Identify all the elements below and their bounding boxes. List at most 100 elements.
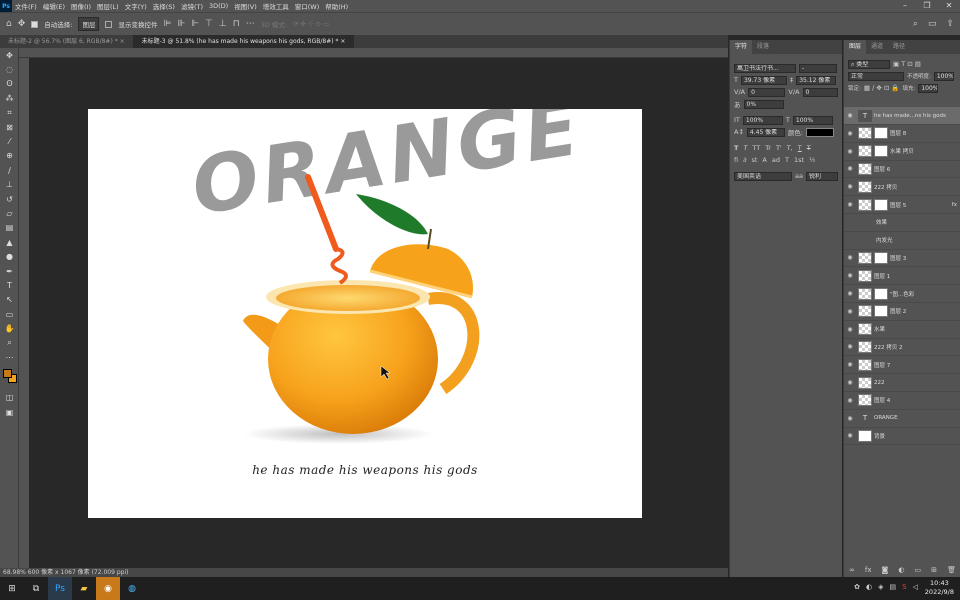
workspace-icon[interactable]: ▭ (928, 19, 937, 29)
layer-row[interactable]: ◉ 图层 5 fx (844, 196, 960, 214)
shield-icon[interactable]: ◈ (878, 583, 883, 591)
tracking-field[interactable]: 0 (802, 87, 838, 97)
layer-row[interactable]: ◉ 222 (844, 374, 960, 392)
photoshop-logo-icon[interactable]: Ps (0, 0, 12, 12)
new-layer-icon[interactable]: ⊞ (931, 566, 937, 574)
menu-image[interactable]: 图像(I) (68, 1, 94, 11)
shape-tool-icon[interactable]: ▭ (0, 307, 19, 321)
language-select[interactable]: 美国英语 (734, 171, 792, 181)
layer-row[interactable]: ◉ 图层 6 (844, 160, 960, 179)
small-caps-button[interactable]: Tr (765, 144, 771, 152)
antialias-select[interactable]: 锐利 (805, 171, 838, 181)
tab-paths[interactable]: 路径 (888, 40, 910, 54)
filter-icons[interactable]: ▣ T ⊡ ▤ (893, 60, 921, 68)
tab-untitled-2[interactable]: 未标题-2 @ 56.7% (图层 6, RGB/8#) * × (0, 35, 134, 48)
layer-row[interactable]: ◉ 图层 2 (844, 303, 960, 321)
auto-select-checkbox[interactable] (31, 20, 39, 28)
menu-3d[interactable]: 3D(D) (206, 2, 231, 10)
frame-tool-icon[interactable]: ⊠ (0, 120, 19, 134)
baseline-field[interactable]: 4.45 像素 (746, 127, 785, 137)
font-family-select[interactable]: 萬卫书法行书... (734, 63, 796, 73)
kerning-field[interactable]: 0 (748, 87, 786, 97)
strikethrough-button[interactable]: T (807, 144, 811, 152)
quick-mask-icon[interactable]: ◫ (0, 391, 19, 405)
menu-type[interactable]: 文字(Y) (122, 1, 150, 11)
vertical-scale-field[interactable]: 100% (742, 115, 783, 125)
search-icon[interactable]: ⌕ (913, 19, 918, 29)
layer-row[interactable]: ◉ T ORANGE (844, 410, 960, 428)
contextual-alt-button[interactable]: ∂ (743, 156, 746, 164)
minimize-icon[interactable]: – (894, 0, 916, 12)
align-top-icon[interactable]: ⊤ (205, 19, 213, 29)
visibility-eye-icon[interactable]: ◉ (844, 272, 856, 279)
underline-button[interactable]: T (798, 144, 802, 152)
visibility-eye-icon[interactable]: ◉ (844, 183, 856, 190)
brush-tool-icon[interactable]: ∕ (0, 163, 19, 177)
visibility-eye-icon[interactable]: ◉ (844, 361, 856, 368)
visibility-eye-icon[interactable]: ◉ (844, 415, 856, 422)
layer-mask-thumbnail[interactable] (874, 287, 888, 300)
windows-start-icon[interactable]: ⊞ (0, 577, 24, 600)
menu-help[interactable]: 帮助(H) (322, 1, 351, 11)
move-tool-icon[interactable]: ✥ (18, 19, 26, 29)
speaker-icon[interactable]: ◁ (913, 583, 918, 591)
tab-character[interactable]: 字符 (730, 40, 753, 54)
layer-mask-thumbnail[interactable] (874, 127, 888, 140)
adjustment-icon[interactable]: ◐ (898, 566, 904, 574)
file-explorer-icon[interactable]: ▰ (72, 577, 96, 600)
visibility-eye-icon[interactable]: ◉ (844, 148, 856, 155)
layer-fx-badge[interactable]: fx (952, 202, 957, 208)
group-icon[interactable]: ▭ (915, 566, 922, 574)
taskbar-clock[interactable]: 10:43 2022/9/8 (925, 579, 954, 597)
align-right-icon[interactable]: ⊩ (191, 19, 199, 29)
add-mask-icon[interactable]: ◙ (882, 566, 889, 574)
network-icon[interactable]: ▤ (890, 583, 897, 591)
document-canvas[interactable]: ORANGE he has made his weapons his gods (88, 109, 642, 518)
home-icon[interactable]: ⌂ (6, 19, 12, 29)
align-center-icon[interactable]: ⊪ (177, 19, 185, 29)
visibility-eye-icon[interactable]: ◉ (844, 290, 856, 297)
close-icon[interactable]: ✕ (938, 0, 960, 12)
layer-row[interactable]: ◉ 图层 1 (844, 267, 960, 286)
layer-row[interactable]: ◉ 水果 拷贝 (844, 143, 960, 161)
layer-row[interactable]: ◉ 背景 (844, 427, 960, 446)
type-tool-icon[interactable]: T (0, 278, 19, 292)
layer-row[interactable]: 效果 (844, 214, 960, 232)
faux-italic-button[interactable]: T (743, 144, 747, 152)
marquee-tool-icon[interactable]: ◌ (0, 62, 19, 76)
maximize-icon[interactable]: ❐ (916, 0, 938, 12)
layer-row[interactable]: ◉ 222 拷贝 (844, 178, 960, 197)
fill-field[interactable]: 100% (918, 83, 939, 93)
foreground-color-swatch[interactable] (3, 368, 12, 378)
layer-row[interactable]: ◉ 图层 7 (844, 356, 960, 375)
layer-mask-thumbnail[interactable] (874, 305, 888, 318)
visibility-eye-icon[interactable]: ◉ (844, 343, 856, 350)
layer-mask-thumbnail[interactable] (874, 145, 888, 158)
layer-row[interactable]: ◉ 222 拷贝 2 (844, 338, 960, 357)
fx-icon[interactable]: fx (865, 566, 872, 574)
menu-file[interactable]: 文件(F) (12, 1, 40, 11)
font-style-select[interactable]: - (799, 63, 837, 73)
titling-alt-button[interactable]: T (785, 156, 789, 164)
healing-brush-icon[interactable]: ⊕ (0, 149, 19, 163)
all-caps-button[interactable]: TT (752, 144, 760, 152)
move-tool-icon[interactable]: ✥ (0, 48, 19, 62)
superscript-button[interactable]: T' (776, 144, 782, 152)
menu-select[interactable]: 选择(S) (150, 1, 178, 11)
opacity-field[interactable]: 100% (933, 71, 954, 81)
delete-layer-icon[interactable]: 🗑 (947, 566, 956, 574)
menu-layer[interactable]: 图层(L) (94, 1, 122, 11)
dodge-tool-icon[interactable]: ● (0, 249, 19, 263)
screen-mode-icon[interactable]: ▣ (0, 405, 19, 419)
layer-row[interactable]: ◉ The has made...ns his gods (844, 107, 960, 125)
pen-tool-icon[interactable]: ✒ (0, 264, 19, 278)
share-icon[interactable]: ⇪ (946, 19, 954, 29)
blur-tool-icon[interactable]: ▲ (0, 235, 19, 249)
discretionary-lig-button[interactable]: st (751, 156, 757, 164)
layer-row[interactable]: 内发光 (844, 232, 960, 250)
hand-tool-icon[interactable]: ✋ (0, 321, 19, 335)
visibility-eye-icon[interactable]: ◉ (844, 254, 856, 261)
eraser-tool-icon[interactable]: ▱ (0, 206, 19, 220)
ligature-button[interactable]: fi (734, 156, 738, 164)
align-bottom-icon[interactable]: ⊓ (233, 19, 240, 29)
